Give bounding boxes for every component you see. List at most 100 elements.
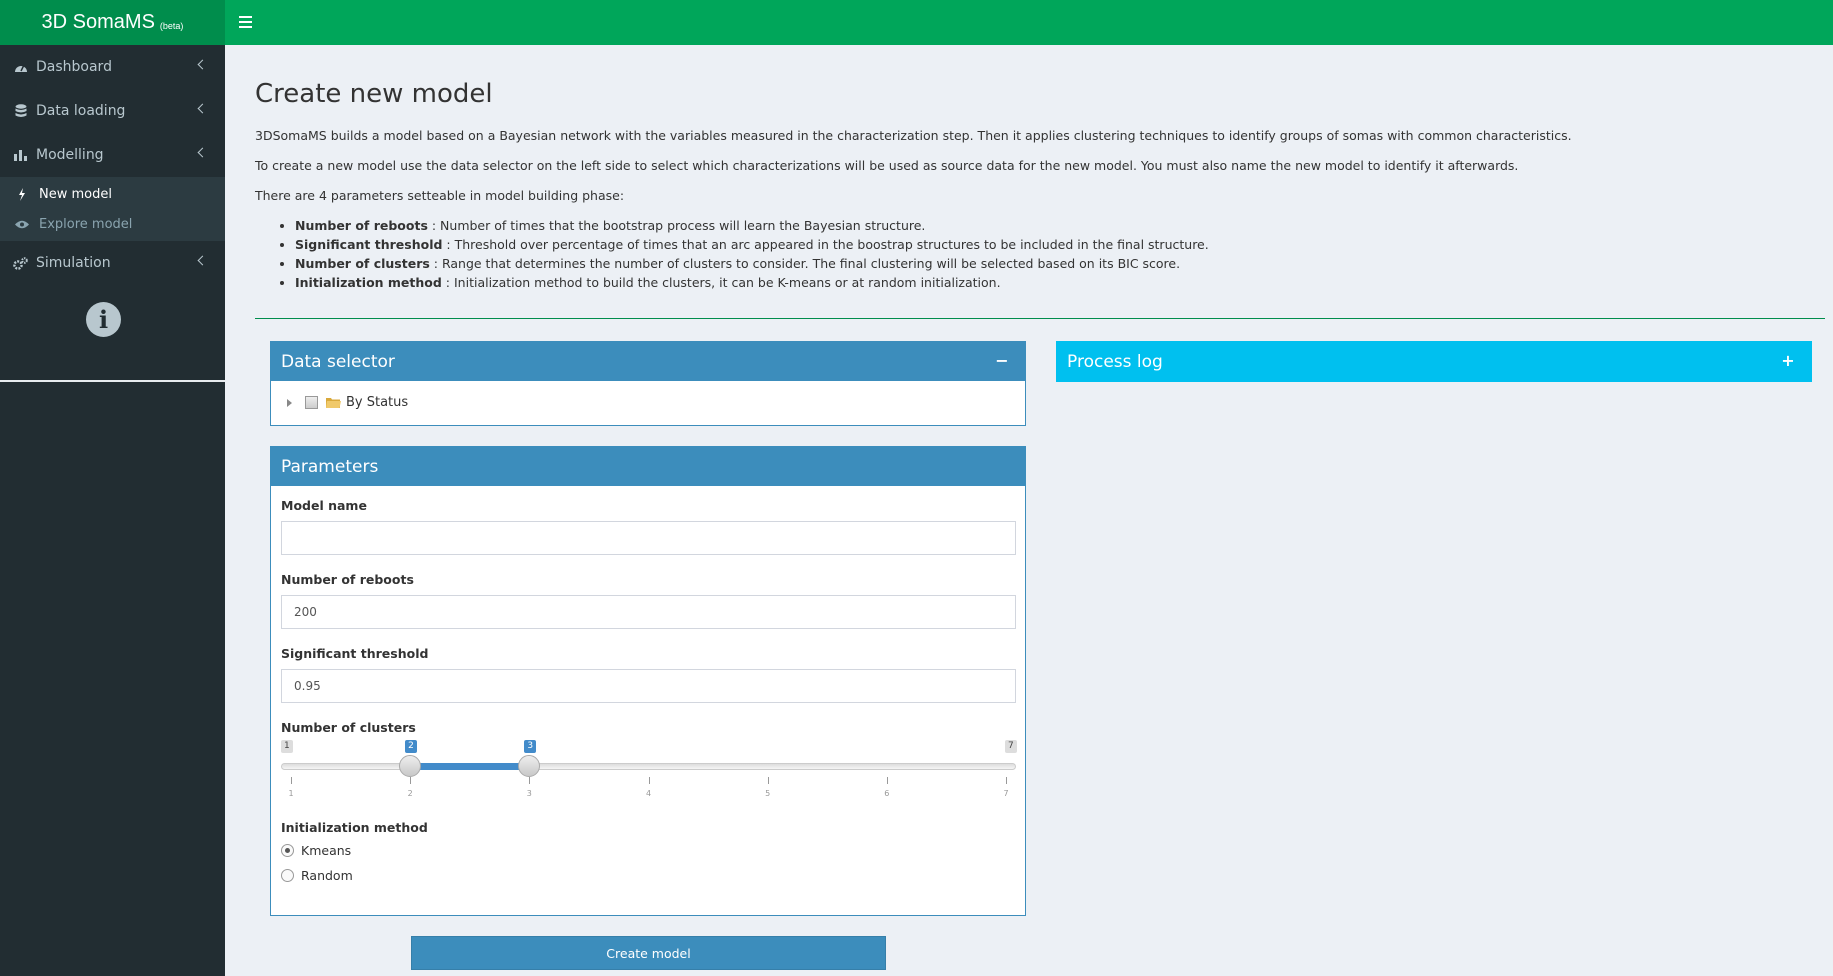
eye-icon: [15, 217, 29, 231]
chevron-left-icon: [197, 103, 208, 114]
slider-track[interactable]: [281, 763, 1016, 770]
sidebar-divider: [0, 380, 225, 382]
slider-tick: [648, 777, 650, 784]
process-log-box: Process log +: [1056, 341, 1812, 382]
radio-kmeans[interactable]: Kmeans: [281, 843, 351, 858]
slider-to-handle[interactable]: [518, 755, 541, 777]
clusters-label: Number of clusters: [281, 720, 416, 735]
sidebar-item-data-loading[interactable]: Data loading: [0, 89, 225, 133]
folder-icon: [326, 396, 341, 409]
slider-tick: [291, 777, 292, 784]
slider-max-label: 7: [1005, 740, 1017, 753]
sidebar-subitem-label: Explore model: [39, 216, 133, 232]
init-method-label: Initialization method: [281, 820, 428, 835]
intro-paragraph: To create a new model use the data selec…: [255, 158, 1519, 173]
sidebar-item-label: Dashboard: [36, 59, 112, 75]
param-desc: : Threshold over percentage of times tha…: [442, 237, 1209, 252]
radio-label: Kmeans: [301, 843, 352, 858]
section-divider: [255, 318, 1825, 319]
slider-min-label: 1: [281, 740, 293, 753]
sidebar-item-label: Modelling: [36, 147, 104, 163]
parameter-list: Number of reboots : Number of times that…: [295, 218, 1815, 290]
clusters-range-slider[interactable]: 1 7 2 3 1 2 3 4 5 6 7: [281, 740, 1017, 802]
param-name: Significant threshold: [295, 237, 443, 252]
sidebar: Dashboard Data loading Modelling New mod…: [0, 45, 225, 976]
intro-paragraph: 3DSomaMS builds a model based on a Bayes…: [255, 128, 1572, 143]
slider-tick-label: 4: [645, 789, 652, 798]
parameters-header: Parameters: [271, 447, 1025, 486]
box-title: Parameters: [281, 456, 379, 477]
slider-tick-label: 5: [765, 789, 771, 798]
slider-tick: [1006, 777, 1007, 784]
modelling-submenu: New model Explore model: [0, 177, 225, 241]
sidebar-item-label: Data loading: [36, 103, 126, 119]
intro-paragraph: There are 4 parameters setteable in mode…: [255, 188, 625, 203]
threshold-label: Significant threshold: [281, 646, 429, 661]
model-name-label: Model name: [281, 498, 367, 513]
slider-selected-range: [410, 763, 530, 770]
chevron-left-icon: [197, 147, 208, 158]
slider-tick: [410, 777, 412, 784]
expand-icon[interactable]: +: [1780, 351, 1796, 370]
sidebar-item-explore-model[interactable]: Explore model: [0, 209, 225, 239]
box-title: Process log: [1067, 351, 1163, 372]
top-navbar: [225, 0, 1833, 45]
app-title: 3D SomaMS: [41, 11, 155, 33]
slider-tick-label: 2: [407, 789, 413, 798]
sidebar-item-label: Simulation: [36, 255, 111, 271]
slider-tick-label: 1: [288, 789, 294, 798]
tree-checkbox[interactable]: [305, 396, 318, 409]
radio-random[interactable]: Random: [281, 868, 353, 883]
list-item: Number of reboots : Number of times that…: [295, 218, 1815, 233]
slider-from-handle[interactable]: [399, 755, 422, 777]
info-icon[interactable]: i: [86, 302, 121, 337]
app-logo[interactable]: 3D SomaMS (beta): [0, 0, 225, 45]
page-title: Create new model: [255, 79, 493, 109]
sidebar-item-simulation[interactable]: Simulation: [0, 241, 225, 285]
sidebar-toggle-icon[interactable]: [239, 13, 257, 31]
chevron-left-icon: [197, 59, 208, 70]
list-item: Significant threshold : Threshold over p…: [295, 237, 1815, 252]
gears-icon: [13, 256, 28, 270]
slider-tick-label: 6: [884, 789, 890, 798]
data-selector-header: Data selector −: [271, 342, 1025, 381]
bolt-icon: [15, 187, 29, 201]
box-title: Data selector: [281, 351, 395, 372]
sidebar-subitem-label: New model: [39, 186, 112, 202]
model-name-input[interactable]: [281, 521, 1016, 555]
param-name: Initialization method: [295, 275, 442, 290]
slider-tick: [767, 777, 769, 784]
radio-label: Random: [301, 868, 353, 883]
data-selector-box: Data selector − By Status: [270, 341, 1026, 426]
slider-tick-label: 7: [1003, 789, 1009, 798]
create-model-button[interactable]: Create model: [411, 936, 886, 970]
slider-to-label: 3: [524, 740, 537, 753]
sidebar-item-new-model[interactable]: New model: [0, 179, 225, 209]
intro-text: 3DSomaMS builds a model based on a Bayes…: [255, 128, 1815, 294]
sidebar-item-dashboard[interactable]: Dashboard: [0, 45, 225, 89]
slider-tick-label: 3: [526, 789, 532, 798]
radio-button[interactable]: [281, 869, 294, 882]
process-log-header: Process log +: [1057, 342, 1811, 381]
parameters-box: Parameters Model name Number of reboots …: [270, 446, 1026, 916]
slider-from-label: 2: [405, 740, 417, 753]
reboots-input[interactable]: [281, 595, 1016, 629]
threshold-input[interactable]: [281, 669, 1016, 703]
main-content: Create new model 3DSomaMS builds a model…: [225, 45, 1833, 976]
sidebar-item-modelling[interactable]: Modelling: [0, 133, 225, 177]
tree-expand-icon[interactable]: [287, 398, 292, 407]
app-beta-label: (beta): [159, 20, 184, 31]
database-icon: [13, 104, 28, 118]
reboots-label: Number of reboots: [281, 572, 414, 587]
radio-button[interactable]: [281, 844, 294, 857]
dashboard-icon: [13, 60, 28, 74]
tree-node: By Status: [271, 381, 1025, 424]
param-desc: : Initialization method to build the clu…: [441, 275, 1001, 290]
tree-node-label[interactable]: By Status: [346, 395, 408, 410]
list-item: Initialization method : Initialization m…: [295, 275, 1815, 290]
param-name: Number of clusters: [295, 256, 430, 271]
param-name: Number of reboots: [295, 218, 428, 233]
bar-chart-icon: [13, 148, 28, 162]
collapse-icon[interactable]: −: [994, 351, 1010, 370]
chevron-left-icon: [197, 255, 208, 266]
